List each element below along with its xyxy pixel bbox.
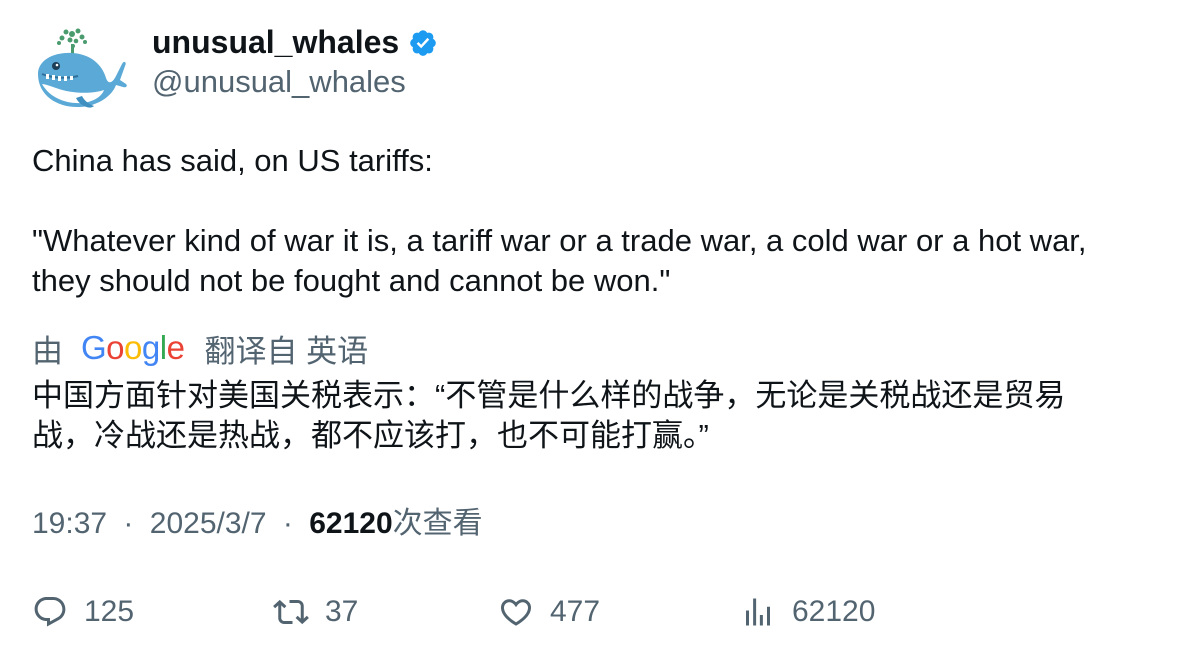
translated-from-label: 翻译自 英语 bbox=[204, 333, 369, 369]
google-logo: Google bbox=[81, 329, 185, 366]
author-name-row: unusual_whales bbox=[152, 22, 438, 62]
retweet-count: 37 bbox=[325, 595, 359, 628]
views-label: 次查看 bbox=[392, 507, 483, 540]
meta-separator: · bbox=[123, 507, 134, 540]
author-display-name[interactable]: unusual_whales bbox=[152, 22, 399, 62]
like-count: 477 bbox=[550, 595, 601, 628]
views-action-count: 62120 bbox=[792, 595, 876, 628]
retweet-button[interactable]: 37 bbox=[273, 590, 358, 634]
translated-by-label: 由 bbox=[32, 333, 63, 369]
tweet-text: China has said, on US tariffs: "Whatever… bbox=[32, 141, 1162, 301]
views-count: 62120 bbox=[309, 507, 393, 540]
tweet-time[interactable]: 19:37 bbox=[32, 507, 107, 540]
whale-avatar-icon bbox=[38, 28, 127, 108]
tweet-line: "Whatever kind of war it is, a tariff wa… bbox=[32, 223, 1087, 258]
translated-line: 战，冷战还是热战，都不应该打，也不可能打赢。” bbox=[32, 418, 709, 453]
reply-icon bbox=[34, 597, 66, 627]
translation-attribution[interactable]: 由 Google 翻译自 英语 bbox=[32, 327, 368, 369]
tweet-line: they should not be fought and cannot be … bbox=[32, 263, 671, 298]
views-chart-icon bbox=[746, 598, 770, 626]
tweet-line: China has said, on US tariffs: bbox=[32, 143, 433, 178]
views-button[interactable]: 62120 bbox=[740, 590, 875, 634]
author-avatar[interactable] bbox=[32, 26, 128, 114]
author-handle[interactable]: @unusual_whales bbox=[152, 62, 406, 102]
reply-count: 125 bbox=[84, 595, 135, 628]
meta-separator: · bbox=[282, 507, 293, 540]
tweet-meta: 19:37 · 2025/3/7 · 62120次查看 bbox=[32, 504, 483, 544]
action-bar: 125 37 477 62120 bbox=[32, 590, 1172, 634]
translated-line: 中国方面针对美国关税表示：“不管是什么样的战争，无论是关税战还是贸易 bbox=[32, 378, 1066, 413]
reply-button[interactable]: 125 bbox=[32, 590, 134, 634]
tweet-date[interactable]: 2025/3/7 bbox=[150, 507, 267, 540]
verified-badge-icon[interactable] bbox=[408, 28, 438, 58]
translated-text: 中国方面针对美国关税表示：“不管是什么样的战争，无论是关税战还是贸易 战，冷战还… bbox=[32, 376, 1162, 456]
retweet-icon bbox=[273, 599, 309, 625]
heart-icon bbox=[500, 599, 532, 626]
like-button[interactable]: 477 bbox=[498, 590, 600, 634]
